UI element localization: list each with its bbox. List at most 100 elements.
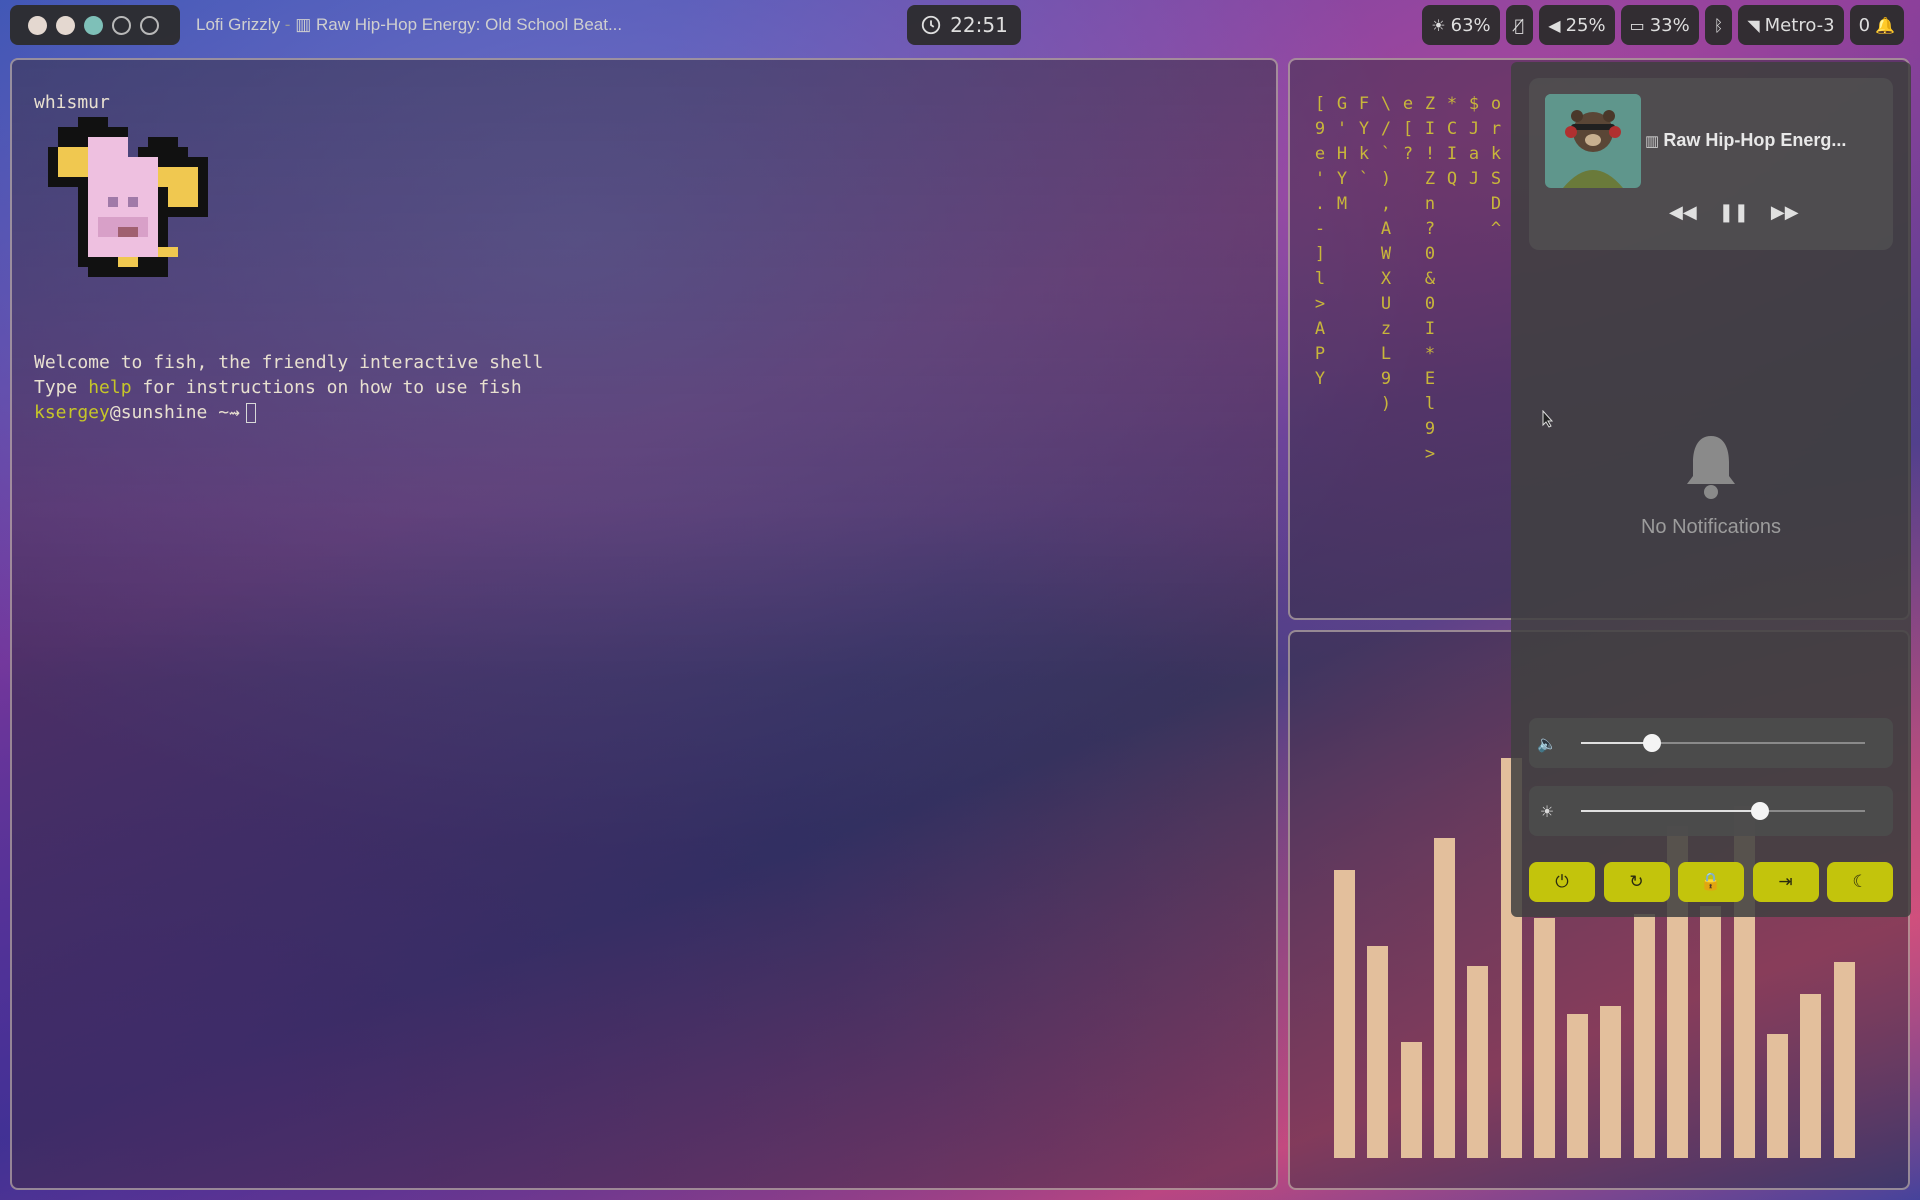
power-button[interactable]: ⏻ — [1529, 862, 1595, 902]
visualizer-bar — [1833, 962, 1855, 1158]
visualizer-bar — [1533, 918, 1555, 1158]
pause-icon[interactable]: ❚❚ — [1719, 202, 1749, 223]
brightness-fill — [1581, 810, 1760, 812]
logout-icon: ⇥ — [1778, 872, 1793, 892]
help-line-post: for instructions on how to use fish — [131, 377, 522, 398]
media-player: ▥ Raw Hip-Hop Energ... ◀◀ ❚❚ ▶▶ — [1529, 78, 1893, 250]
status-area: ☀ 63% 🎙̸ ◀ 25% ▭ 33% ᛒ ◥ Metro-3 0 🔔 — [1378, 5, 1912, 45]
brightness-icon: ☀ — [1431, 15, 1446, 35]
restart-button[interactable]: ↻ — [1603, 862, 1670, 902]
battery-value: 33% — [1649, 14, 1690, 36]
window-title: Lofi Grizzly - ▥ Raw Hip-Hop Energy: Old… — [196, 5, 622, 45]
restart-icon: ↻ — [1629, 872, 1644, 892]
help-command: help — [88, 377, 132, 398]
logout-button[interactable]: ⇥ — [1752, 862, 1819, 902]
bell-icon: 🔔 — [1875, 15, 1895, 35]
visualizer-bar — [1334, 870, 1355, 1158]
clock[interactable]: 22:51 — [907, 5, 1021, 45]
visualizer-bar — [1800, 994, 1822, 1158]
prompt-line[interactable]: ksergey@sunshine ~⇝ — [34, 400, 543, 425]
volume-value: 25% — [1565, 14, 1606, 36]
lock-icon: 🔒 — [1700, 872, 1722, 892]
rewind-icon[interactable]: ◀◀ — [1669, 202, 1697, 223]
brightness-knob[interactable] — [1750, 802, 1769, 820]
window-dot-5[interactable] — [140, 15, 159, 35]
visualizer-bar — [1400, 1042, 1422, 1158]
mic-indicator[interactable]: 🎙̸ — [1505, 5, 1534, 45]
window-dot-1[interactable] — [28, 15, 47, 35]
brightness-slider[interactable]: ☀ — [1529, 786, 1893, 836]
window-title-app: Lofi Grizzly — [196, 15, 281, 34]
fast-forward-icon[interactable]: ▶▶ — [1771, 202, 1799, 223]
sleep-button[interactable]: ☾ — [1827, 862, 1893, 902]
window-dot-2[interactable] — [56, 15, 75, 35]
terminal-window[interactable]: whismur Welcome to fish, the friendly in… — [10, 58, 1278, 1190]
window-dot-3[interactable] — [84, 15, 103, 35]
brightness-track[interactable] — [1581, 802, 1865, 820]
welcome-line: Welcome to fish, the friendly interactiv… — [34, 352, 544, 373]
volume-knob[interactable] — [1643, 734, 1661, 752]
terminal-content: whismur Welcome to fish, the friendly in… — [34, 90, 543, 425]
visualizer-bar — [1766, 1034, 1788, 1158]
volume-slider[interactable]: 🔈 — [1529, 718, 1893, 768]
volume-indicator[interactable]: ◀ 25% — [1539, 5, 1615, 45]
visualizer-bar — [1433, 838, 1455, 1158]
window-controls — [10, 5, 180, 45]
visualizer-bar — [1467, 966, 1489, 1158]
volume-fill — [1581, 742, 1652, 744]
album-art — [1545, 94, 1641, 188]
brightness-indicator[interactable]: ☀ 63% — [1422, 5, 1500, 45]
speaker-icon: ◀ — [1548, 15, 1561, 35]
media-controls: ◀◀ ❚❚ ▶▶ — [1669, 202, 1799, 223]
brightness-icon: ☀ — [1539, 801, 1555, 821]
window-title-separator: - — [280, 15, 296, 34]
sleep-icon: ☾ — [1852, 872, 1868, 892]
visualizer-bar — [1367, 946, 1389, 1158]
whismur-sprite — [48, 117, 208, 277]
notifications-panel: No Notifications — [1511, 432, 1911, 539]
power-icon: ⏻ — [1555, 872, 1569, 892]
mic-muted-icon: 🎙̸ — [1514, 15, 1525, 35]
prompt-user: ksergey — [34, 402, 110, 423]
wifi-indicator[interactable]: ◥ Metro-3 — [1738, 5, 1844, 45]
notification-indicator[interactable]: 0 🔔 — [1849, 5, 1904, 45]
matrix-column: F Y k ` — [1358, 94, 1370, 189]
power-buttons: ⏻ ↻ 🔒 ⇥ ☾ — [1529, 862, 1893, 902]
matrix-column: G ' H Y M — [1336, 94, 1348, 214]
window-title-media: Raw Hip-Hop Energy: Old School Beat... — [315, 15, 623, 34]
matrix-column: $ J a J — [1468, 94, 1480, 189]
help-line-pre: Type — [34, 377, 89, 398]
bluetooth-indicator[interactable]: ᛒ — [1704, 5, 1733, 45]
notification-count: 0 — [1858, 14, 1871, 36]
bell-large-icon — [1687, 436, 1735, 499]
visualizer-bar — [1600, 1006, 1622, 1158]
battery-indicator[interactable]: ▭ 33% — [1620, 5, 1699, 45]
prompt-dir: ~ — [207, 402, 230, 423]
matrix-column: \ / ` ) , A W X U z L 9 ) — [1380, 94, 1392, 414]
speaker-icon: 🔈 — [1537, 733, 1557, 753]
brightness-value: 63% — [1450, 14, 1491, 36]
visualizer-bar — [1700, 906, 1722, 1158]
wifi-name: Metro-3 — [1764, 14, 1835, 36]
volume-track[interactable] — [1581, 734, 1865, 752]
media-title: ▥ Raw Hip-Hop Energ... — [1645, 130, 1885, 151]
matrix-column: Z I ! Z n ? 0 & 0 I * E l 9 > — [1424, 94, 1436, 464]
clock-icon — [922, 15, 941, 35]
film-icon: ▥ — [295, 15, 316, 34]
help-line: Type help for instructions on how to use… — [34, 375, 543, 400]
lock-button[interactable]: 🔒 — [1678, 862, 1744, 902]
cassette-icon: ▥ — [1645, 133, 1664, 150]
battery-icon: ▭ — [1629, 15, 1645, 35]
media-title-text: Raw Hip-Hop Energ... — [1663, 130, 1847, 150]
control-center: ▥ Raw Hip-Hop Energ... ◀◀ ❚❚ ▶▶ No Notif… — [1511, 62, 1911, 917]
visualizer-bar — [1633, 914, 1655, 1158]
bluetooth-icon: ᛒ — [1713, 15, 1724, 35]
mouse-pointer-icon — [1542, 410, 1554, 428]
matrix-column: [ 9 e ' . - ] l > A P Y — [1314, 94, 1326, 389]
prompt-host: @sunshine — [109, 402, 208, 423]
wifi-icon: ◥ — [1747, 15, 1760, 35]
window-dot-4[interactable] — [112, 15, 131, 35]
prompt-arrow: ⇝ — [229, 402, 240, 423]
no-notifications-text: No Notifications — [1640, 516, 1782, 538]
pokemon-name: whismur — [34, 92, 110, 113]
